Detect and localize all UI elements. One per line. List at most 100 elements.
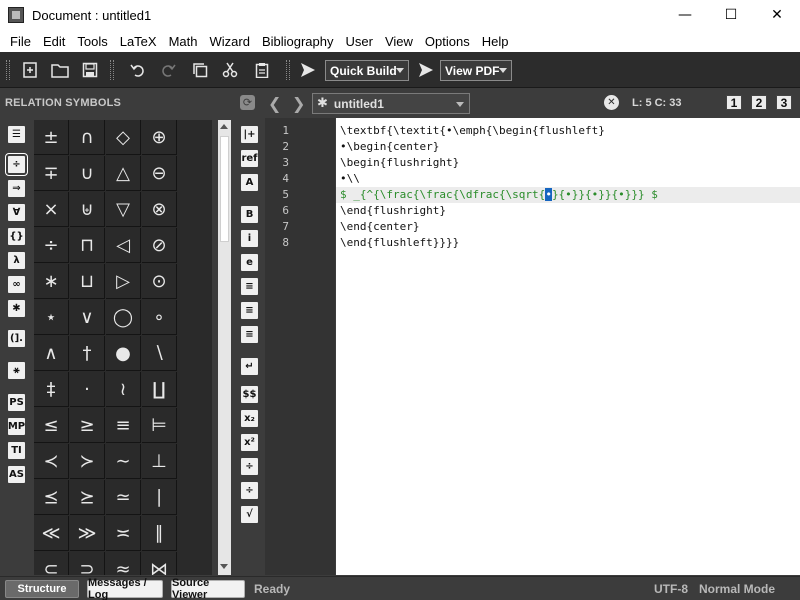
symbol-cell[interactable]: ⊔ [70, 264, 105, 299]
symbol-cell[interactable]: ◁ [106, 228, 141, 263]
italic-icon[interactable]: i [241, 230, 258, 247]
view-3-button[interactable]: 3 [776, 95, 792, 110]
category-metapost-icon[interactable]: MP [8, 418, 25, 435]
superscript-icon[interactable]: x² [241, 434, 258, 451]
symbol-cell[interactable]: ≡ [106, 408, 141, 443]
open-folder-icon[interactable] [50, 60, 70, 80]
symbol-cell[interactable]: × [34, 192, 69, 227]
symbol-cell[interactable]: ⊎ [70, 192, 105, 227]
symbol-cell[interactable]: ⊙ [142, 264, 177, 299]
symbol-cell[interactable]: ∘ [142, 300, 177, 335]
symbol-cell[interactable]: ⊨ [142, 408, 177, 443]
scroll-up-icon[interactable] [220, 124, 228, 129]
category-asymptote-icon[interactable]: AS [8, 466, 25, 483]
symbol-cell[interactable]: ≻ [70, 444, 105, 479]
symbol-cell[interactable]: ◯ [106, 300, 141, 335]
symbol-cell[interactable]: ⪯ [34, 480, 69, 515]
symbol-scrollbar[interactable] [218, 120, 231, 575]
symbol-cell[interactable]: ● [106, 336, 141, 371]
category-infinity-icon[interactable]: ∞ [8, 276, 25, 293]
view-pdf-select[interactable]: View PDF [440, 60, 512, 81]
sqrt-icon[interactable]: √ [241, 506, 258, 523]
symbol-cell[interactable]: ⊗ [142, 192, 177, 227]
panel-restore-icon[interactable]: ⟳ [240, 95, 255, 110]
symbol-cell[interactable]: ≍ [106, 516, 141, 551]
structure-button[interactable]: Structure [5, 580, 79, 598]
align-center-icon[interactable]: ≡ [241, 302, 258, 319]
new-file-icon[interactable] [20, 60, 40, 80]
subscript-icon[interactable]: x₂ [241, 410, 258, 427]
symbol-cell[interactable]: · [70, 372, 105, 407]
cut-icon[interactable] [220, 60, 240, 80]
symbol-cell[interactable]: ∗ [34, 264, 69, 299]
symbol-cell[interactable]: ≃ [106, 480, 141, 515]
symbol-cell[interactable]: ∖ [142, 336, 177, 371]
ref-icon[interactable]: ref [241, 150, 258, 167]
save-icon[interactable] [80, 60, 100, 80]
close-document-icon[interactable]: ✕ [604, 95, 619, 110]
category-relation-icon[interactable]: ÷ [5, 153, 28, 176]
symbol-cell[interactable]: ∐ [142, 372, 177, 407]
menu-file[interactable]: File [4, 34, 37, 49]
symbol-cell[interactable]: ± [34, 120, 69, 155]
scroll-down-icon[interactable] [220, 564, 228, 569]
bold-icon[interactable]: B [241, 206, 258, 223]
symbol-cell[interactable]: ▽ [106, 192, 141, 227]
cite-icon[interactable]: A [241, 174, 258, 191]
toolbar-grip[interactable] [6, 60, 10, 80]
symbol-cell[interactable]: ⊃ [70, 552, 105, 575]
symbol-cell[interactable]: ⊓ [70, 228, 105, 263]
symbol-cell[interactable]: ∣ [142, 480, 177, 515]
symbol-cell[interactable]: ≈ [106, 552, 141, 575]
view-2-button[interactable]: 2 [751, 95, 767, 110]
symbol-cell[interactable]: ∥ [142, 516, 177, 551]
symbol-cell[interactable]: ⊂ [34, 552, 69, 575]
symbol-cell[interactable]: ⊖ [142, 156, 177, 191]
emph-icon[interactable]: e [241, 254, 258, 271]
symbol-cell[interactable]: ∩ [70, 120, 105, 155]
symbol-cell[interactable]: ⋆ [34, 300, 69, 335]
symbol-cell[interactable]: ⊘ [142, 228, 177, 263]
symbol-cell[interactable]: ÷ [34, 228, 69, 263]
display-math-icon[interactable]: $$ [241, 386, 258, 403]
document-select[interactable]: ✱ untitled1 [312, 93, 470, 114]
messages-log-button[interactable]: Messages / Log [87, 577, 163, 600]
category-tikz-icon[interactable]: TI [8, 442, 25, 459]
symbol-cell[interactable]: † [70, 336, 105, 371]
symbol-cell[interactable]: ∨ [70, 300, 105, 335]
maximize-button[interactable]: ☐ [708, 0, 754, 30]
symbol-cell[interactable]: ∪ [70, 156, 105, 191]
menu-wizard[interactable]: Wizard [204, 34, 256, 49]
menu-help[interactable]: Help [476, 34, 515, 49]
view-1-button[interactable]: 1 [726, 95, 742, 110]
scrollbar-thumb[interactable] [220, 136, 229, 242]
category-favorites-icon[interactable]: ⚹ [8, 362, 25, 379]
quick-build-select[interactable]: Quick Build [325, 60, 409, 81]
symbol-cell[interactable]: ⪰ [70, 480, 105, 515]
symbol-cell[interactable]: ∼ [106, 444, 141, 479]
view-run-icon[interactable] [416, 60, 436, 80]
paste-icon[interactable] [252, 60, 272, 80]
insert-label-icon[interactable]: |+ [241, 126, 258, 143]
menu-edit[interactable]: Edit [37, 34, 71, 49]
category-misc-icon[interactable]: ∀ [8, 204, 25, 221]
symbol-cell[interactable]: ≤ [34, 408, 69, 443]
symbol-cell[interactable]: ⊥ [142, 444, 177, 479]
category-brackets-icon[interactable]: (]. [8, 330, 25, 347]
redo-icon[interactable] [158, 60, 178, 80]
category-special-icon[interactable]: ✱ [8, 300, 25, 317]
symbol-cell[interactable]: ≫ [70, 516, 105, 551]
close-button[interactable]: ✕ [754, 0, 800, 30]
category-arrows-icon[interactable]: ⇒ [8, 180, 25, 197]
menu-math[interactable]: Math [163, 34, 204, 49]
category-delimiters-icon[interactable]: {} [8, 228, 25, 245]
symbol-cell[interactable]: ≺ [34, 444, 69, 479]
symbol-cell[interactable]: ∧ [34, 336, 69, 371]
menu-latex[interactable]: LaTeX [114, 34, 163, 49]
symbol-cell[interactable]: ≥ [70, 408, 105, 443]
symbol-cell[interactable]: ▷ [106, 264, 141, 299]
source-viewer-button[interactable]: Source Viewer [171, 577, 245, 600]
align-right-icon[interactable]: ≡ [241, 326, 258, 343]
symbol-cell[interactable]: ∓ [34, 156, 69, 191]
menu-bibliography[interactable]: Bibliography [256, 34, 340, 49]
